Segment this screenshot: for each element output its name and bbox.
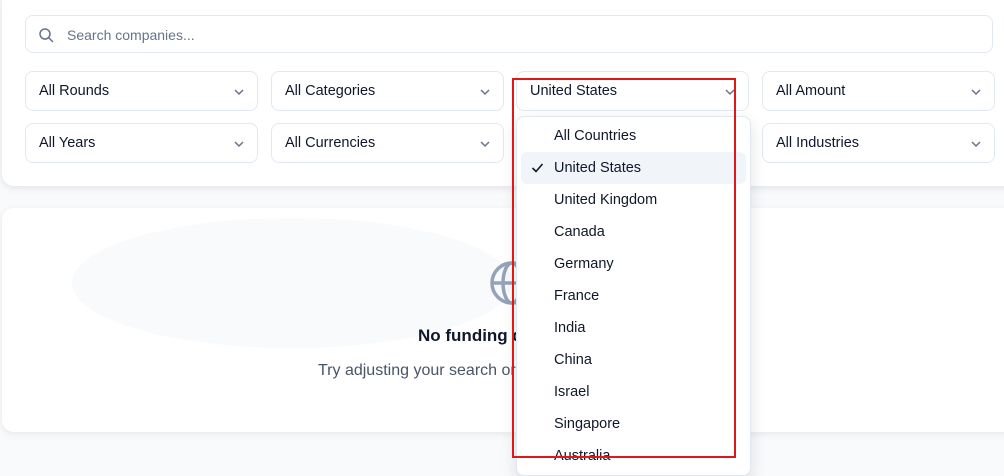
country-option-label: France [554,288,600,304]
categories-select[interactable]: All Categories [271,71,504,111]
chevron-down-icon [971,89,981,96]
country-select-value: United States [530,83,618,99]
country-option-label: Singapore [554,416,621,432]
search-box[interactable]: Search companies... [25,15,993,53]
search-input[interactable]: Search companies... [67,27,195,43]
chevron-down-icon [234,141,244,148]
currencies-select[interactable]: All Currencies [271,123,504,163]
country-option-label: United States [554,160,642,176]
chevron-down-icon [234,89,244,96]
chevron-down-icon [725,89,735,96]
currencies-select-value: All Currencies [285,135,376,151]
country-option[interactable]: Israel [521,376,746,408]
amount-select-value: All Amount [776,83,846,99]
country-option-label: Australia [554,448,611,464]
country-option-label: Germany [554,256,614,272]
country-option[interactable]: France [521,280,746,312]
rounds-select-value: All Rounds [39,83,110,99]
industries-select-value: All Industries [776,135,860,151]
country-option[interactable]: United Kingdom [521,184,746,216]
country-option-label: Canada [554,224,605,240]
search-icon [39,28,54,43]
country-option-selected[interactable]: United States [521,152,746,184]
country-option[interactable]: India [521,312,746,344]
industries-select[interactable]: All Industries [762,123,995,163]
country-option[interactable]: China [521,344,746,376]
check-icon [531,163,544,173]
chevron-down-icon [480,89,490,96]
country-dropdown-menu: All Countries United States United Kingd… [516,116,751,476]
amount-select[interactable]: All Amount [762,71,995,111]
rounds-select[interactable]: All Rounds [25,71,258,111]
country-option[interactable]: Canada [521,216,746,248]
empty-state-card: No funding data found Try adjusting your… [2,208,1004,432]
chevron-down-icon [971,141,981,148]
country-option-label: Israel [554,384,590,400]
country-option[interactable]: Singapore [521,408,746,440]
country-option[interactable]: Germany [521,248,746,280]
years-select-value: All Years [39,135,96,151]
country-option-label: India [554,320,586,336]
country-option-label: All Countries [554,128,637,144]
country-select[interactable]: United States [516,71,749,111]
country-option[interactable]: Australia [521,440,746,472]
years-select[interactable]: All Years [25,123,258,163]
categories-select-value: All Categories [285,83,376,99]
country-option[interactable]: All Countries [521,120,746,152]
country-option-label: United Kingdom [554,192,658,208]
chevron-down-icon [480,141,490,148]
country-option-label: China [554,352,592,368]
